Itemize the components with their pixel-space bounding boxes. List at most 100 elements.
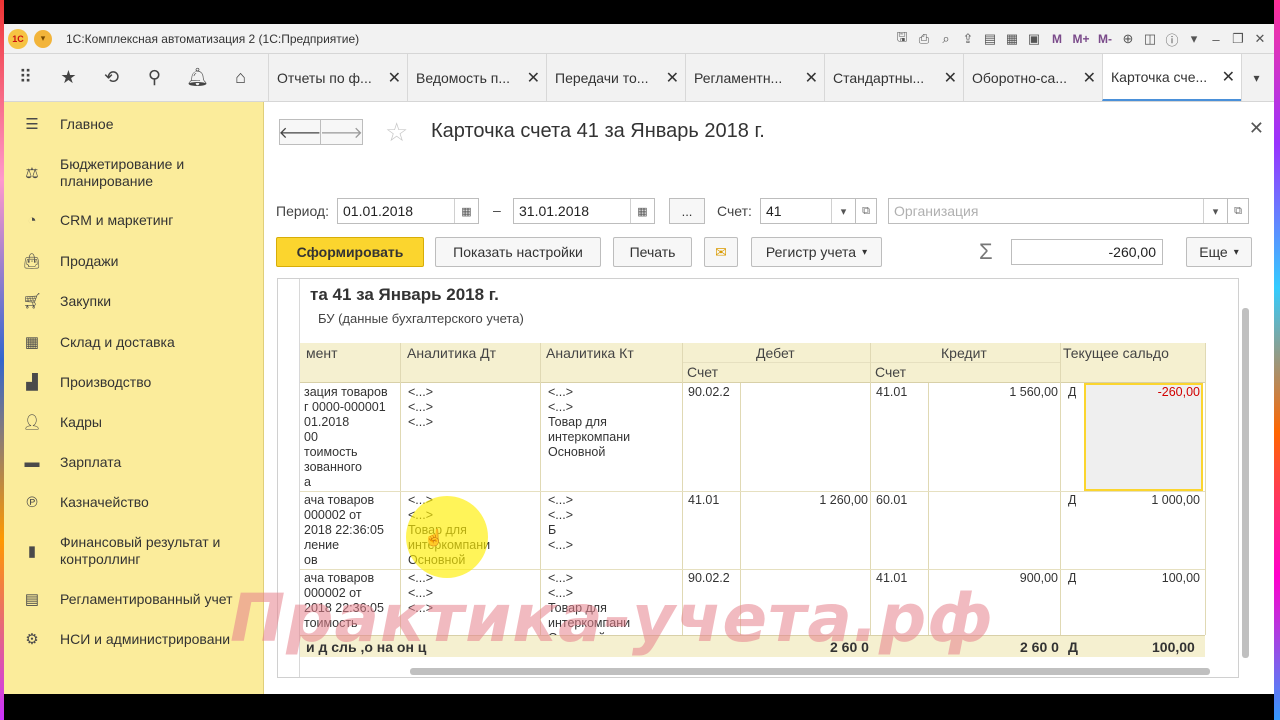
tab-item[interactable]: Отчеты по ф... ✕	[268, 54, 407, 101]
save-icon[interactable]: 🖫	[892, 29, 912, 49]
tab-close-icon[interactable]: ✕	[1222, 67, 1235, 87]
apps-grid-icon[interactable]: ⠿	[4, 54, 47, 101]
tab-item[interactable]: Ведомость п... ✕	[407, 54, 546, 101]
tab-close-icon[interactable]: ✕	[527, 68, 540, 88]
tab-item[interactable]: Оборотно-са... ✕	[963, 54, 1102, 101]
col-divider	[1060, 343, 1061, 383]
table-cell-balance[interactable]: 100,00	[1086, 571, 1200, 586]
sidebar-item-budget[interactable]: ⚖ Бюджетирование и планирование	[4, 156, 264, 190]
table-cell-credit-sum[interactable]: 1 560,00	[932, 385, 1058, 400]
account-field[interactable]: 41 ▾	[760, 198, 856, 224]
table-cell-document[interactable]: ача товаров 000002 от 2018 22:36:05 лени…	[304, 493, 400, 568]
sidebar-item-treasury[interactable]: ℗ Казначейство	[4, 494, 264, 511]
table-cell-credit-account[interactable]: 41.01	[876, 385, 907, 400]
search-icon[interactable]: ⚲	[133, 54, 176, 101]
memory-minus-button[interactable]: M-	[1094, 29, 1116, 49]
table-cell-debit-sum[interactable]: 1 260,00	[744, 493, 868, 508]
table-cell-balance-side[interactable]: Д	[1068, 493, 1076, 508]
window-layout-icon[interactable]: ◫	[1140, 29, 1160, 49]
restore-icon[interactable]: ❐	[1228, 29, 1248, 49]
table-cell-balance[interactable]: 1 000,00	[1086, 493, 1200, 508]
calculator-icon[interactable]: ▦	[1002, 29, 1022, 49]
zoom-icon[interactable]: ⊕	[1118, 29, 1138, 49]
app-menu-button[interactable]: ▾	[34, 29, 52, 48]
period-to-field[interactable]: 31.01.2018 ▦	[513, 198, 655, 224]
period-select-button[interactable]: ...	[669, 198, 705, 224]
email-icon[interactable]: ✉	[704, 237, 738, 267]
sidebar-item-sales[interactable]: 👜︎ Продажи	[4, 252, 264, 271]
printer-icon[interactable]: ▤	[980, 29, 1000, 49]
calendar-icon[interactable]: ▦	[454, 199, 478, 223]
tab-close-icon[interactable]: ✕	[805, 68, 818, 88]
memory-plus-button[interactable]: M+	[1070, 29, 1092, 49]
table-cell-analytics-dt[interactable]: <...> <...> <...>	[408, 385, 433, 430]
bell-icon[interactable]: 🔔︎	[176, 54, 219, 101]
sidebar-item-admin[interactable]: ⚙ НСИ и администрировани	[4, 630, 264, 649]
home-icon[interactable]: ⌂	[219, 54, 262, 101]
horizontal-scrollbar[interactable]	[300, 667, 1220, 675]
print-button[interactable]: Печать	[613, 237, 692, 267]
memory-button[interactable]: M	[1046, 29, 1068, 49]
period-from-field[interactable]: 01.01.2018 ▦	[337, 198, 479, 224]
open-organization-icon[interactable]: ⧉	[1227, 198, 1249, 224]
chevron-down-icon[interactable]: ▾	[1184, 29, 1204, 49]
tab-close-icon[interactable]: ✕	[388, 68, 401, 88]
close-form-icon[interactable]: ✕	[1249, 118, 1264, 139]
organization-field[interactable]: Организация ▾	[888, 198, 1228, 224]
info-icon[interactable]: ⓘ	[1162, 29, 1182, 49]
scroll-thumb[interactable]	[1242, 308, 1249, 658]
tab-item[interactable]: Стандартны... ✕	[824, 54, 963, 101]
table-cell-debit-account[interactable]: 41.01	[688, 493, 719, 508]
table-cell-credit-account[interactable]: 60.01	[876, 493, 907, 508]
preview-icon[interactable]: ⌕	[936, 29, 956, 49]
sidebar-item-label: НСИ и администрировани	[60, 630, 231, 647]
sidebar-item-warehouse[interactable]: ▦ Склад и доставка	[4, 333, 264, 352]
back-button[interactable]: 🡐	[279, 119, 321, 145]
upload-icon[interactable]: ⇪	[958, 29, 978, 49]
forward-button[interactable]: 🡒	[320, 119, 363, 145]
close-window-icon[interactable]: ✕	[1250, 29, 1270, 49]
chevron-down-icon[interactable]: ▾	[1203, 199, 1227, 223]
favorite-star-icon[interactable]: ☆	[385, 117, 408, 148]
sidebar-item-finance[interactable]: ▮ Финансовый результат и контроллинг	[4, 534, 264, 568]
vertical-scrollbar[interactable]	[1239, 294, 1249, 684]
open-account-icon[interactable]: ⧉	[855, 198, 877, 224]
calendar-icon[interactable]: ▣	[1024, 29, 1044, 49]
sidebar-item-regulated[interactable]: ▤ Регламентированный учет	[4, 590, 264, 609]
header-balance: Текущее сальдо	[1063, 345, 1169, 361]
table-cell-balance-side[interactable]: Д	[1068, 385, 1076, 400]
sidebar-item-production[interactable]: ▟ Производство	[4, 373, 264, 392]
sidebar-item-hr[interactable]: 👤︎ Кадры	[4, 413, 264, 432]
cart-icon: 🛒︎	[22, 293, 42, 310]
tab-close-icon[interactable]: ✕	[944, 68, 957, 88]
table-cell-analytics-kt[interactable]: <...> <...> Б <...>	[548, 493, 573, 553]
tab-close-icon[interactable]: ✕	[1083, 68, 1096, 88]
print-icon[interactable]: ⎙	[914, 29, 934, 49]
table-cell-document[interactable]: зация товаров г 0000-000001 01.2018 00 т…	[304, 385, 400, 490]
calendar-icon[interactable]: ▦	[630, 199, 654, 223]
tab-item[interactable]: Регламентн... ✕	[685, 54, 824, 101]
tabs-overflow-icon[interactable]: ▾	[1241, 54, 1271, 101]
sidebar-item-crm[interactable]: ◔ CRM и маркетинг	[4, 212, 264, 229]
col-divider	[400, 343, 401, 383]
tab-close-icon[interactable]: ✕	[666, 68, 679, 88]
history-icon[interactable]: ⟲	[90, 54, 133, 101]
sidebar-item-purchases[interactable]: 🛒︎ Закупки	[4, 292, 264, 311]
tab-item-active[interactable]: Карточка сче... ✕	[1102, 54, 1241, 101]
sidebar-item-salary[interactable]: ▬ Зарплата	[4, 454, 264, 471]
show-settings-button[interactable]: Показать настройки	[435, 237, 601, 267]
generate-button[interactable]: Сформировать	[276, 237, 424, 267]
table-cell-debit-account[interactable]: 90.02.2	[688, 385, 730, 400]
favorites-star-icon[interactable]: ★	[47, 54, 90, 101]
scroll-thumb[interactable]	[410, 668, 1210, 675]
more-dropdown[interactable]: Еще ▾	[1186, 237, 1252, 267]
table-cell-balance[interactable]: -260,00	[1086, 385, 1200, 400]
sidebar-item-main[interactable]: ☰ Главное	[4, 115, 264, 134]
table-cell-balance-side[interactable]: Д	[1068, 571, 1076, 586]
minimize-icon[interactable]: –	[1206, 29, 1226, 49]
chevron-down-icon[interactable]: ▾	[831, 199, 855, 223]
tab-label: Передачи то...	[555, 69, 649, 86]
register-dropdown[interactable]: Регистр учета ▾	[751, 237, 882, 267]
tab-item[interactable]: Передачи то... ✕	[546, 54, 685, 101]
table-cell-analytics-kt[interactable]: <...> <...> Товар для интеркомпани Основ…	[548, 385, 630, 460]
